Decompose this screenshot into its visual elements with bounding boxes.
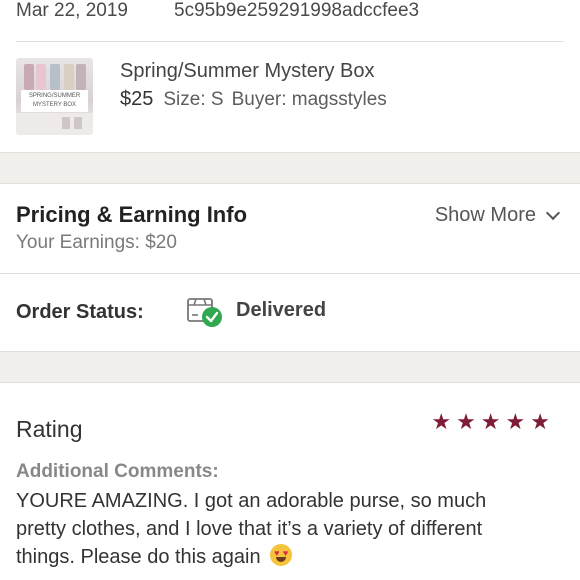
order-date: Mar 22, 2019 (16, 0, 128, 21)
order-item[interactable]: SPRING/SUMMER MYSTERY BOX Spring/Summer … (16, 58, 564, 136)
item-details: $25 Size: S Buyer: magsstyles (120, 88, 387, 111)
order-status-value: Delivered (236, 299, 327, 321)
item-price: $25 (120, 88, 154, 110)
star-icon: ★ (505, 409, 526, 434)
item-title[interactable]: Spring/Summer Mystery Box (120, 60, 375, 83)
item-buyer: Buyer: magsstyles (231, 89, 387, 110)
section-divider (0, 351, 580, 383)
order-status-section: Order Status: Delivered (0, 275, 580, 351)
order-meta: Mar 22, 2019 5c95b9e259291998adccfee3 (16, 0, 564, 42)
heart-eyes-emoji-icon: ♥ ♥ (270, 544, 293, 566)
star-icon: ★ (431, 409, 452, 434)
show-more-button[interactable]: Show More (434, 204, 561, 227)
section-divider (0, 152, 580, 184)
comment-body: YOURE AMAZING. I got an adorable purse, … (16, 487, 540, 571)
star-icon: ★ (530, 409, 550, 434)
chevron-down-icon (545, 205, 561, 220)
rating-section: Rating ★ ★ ★ ★ ★ Additional Comments: YO… (0, 384, 580, 580)
star-icon: ★ (456, 409, 476, 434)
order-id: 5c95b9e259291998adccfee3 (174, 0, 420, 21)
star-icon: ★ (480, 409, 501, 434)
order-status-label: Order Status: (16, 301, 144, 323)
rating-stars: ★ ★ ★ ★ ★ (431, 410, 550, 434)
show-more-label: Show More (434, 204, 536, 226)
earnings-text: Your Earnings: $20 (16, 232, 177, 253)
comment-text: YOURE AMAZING. I got an adorable purse, … (16, 490, 487, 568)
thumbnail-caption: SPRING/SUMMER MYSTERY BOX (21, 90, 88, 112)
pricing-title: Pricing & Earning Info (16, 202, 248, 227)
rating-label: Rating (16, 416, 83, 442)
pricing-section: Pricing & Earning Info Your Earnings: $2… (0, 184, 580, 274)
additional-comments-label: Additional Comments: (16, 461, 219, 482)
item-thumbnail[interactable]: SPRING/SUMMER MYSTERY BOX (16, 58, 93, 135)
item-size: Size: S (163, 89, 224, 110)
box-delivered-check-icon (187, 298, 222, 327)
